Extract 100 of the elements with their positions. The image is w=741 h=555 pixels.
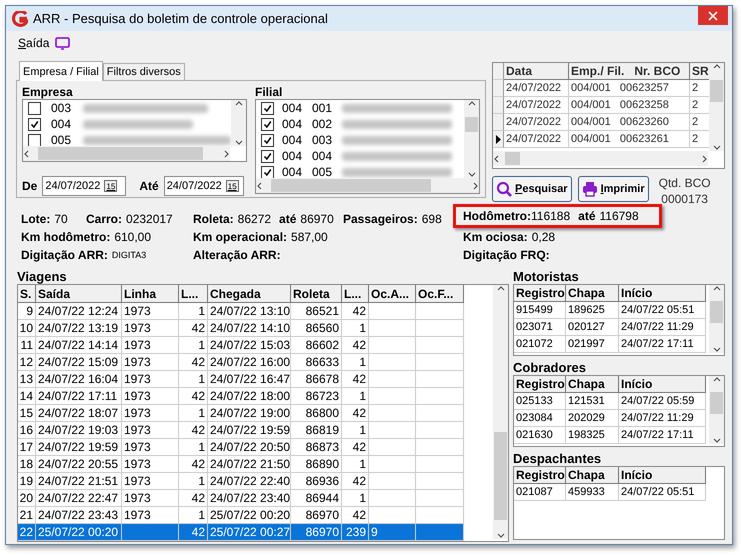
table-row[interactable]: 16 24/07/22 19:03 1973 42 24/07/22 19:59 86819 1 <box>18 422 493 439</box>
vertical-scrollbar[interactable] <box>231 100 246 146</box>
chevron-down-icon[interactable] <box>496 532 504 539</box>
vertical-scrollbar[interactable] <box>464 100 479 178</box>
checkbox[interactable] <box>28 118 41 130</box>
column-header[interactable]: Início <box>619 376 706 393</box>
tab[interactable]: Filtros diversos <box>102 63 185 80</box>
table-cell: 023071 <box>514 319 566 336</box>
chevron-right-icon[interactable] <box>701 154 708 162</box>
column-header[interactable]: L... <box>179 285 208 303</box>
vertical-scrollbar[interactable] <box>493 285 508 539</box>
horizontal-scrollbar[interactable] <box>23 146 230 161</box>
column-header[interactable]: Data <box>504 63 569 80</box>
chevron-down-icon[interactable] <box>712 437 720 444</box>
checkbox[interactable] <box>28 134 41 146</box>
scrollbar-thumb[interactable] <box>710 301 723 323</box>
checkbox[interactable] <box>28 102 41 114</box>
chevron-up-icon[interactable] <box>712 376 720 383</box>
horizontal-scrollbar[interactable] <box>493 151 708 166</box>
print-button[interactable]: Imprimir <box>578 176 649 202</box>
date-field[interactable]: 24/07/2022 15 <box>164 176 244 196</box>
table-row[interactable]: 20 24/07/22 22:47 1973 42 24/07/22 23:40 86944 1 <box>18 490 493 507</box>
column-header[interactable]: Chapa <box>566 467 619 484</box>
vertical-scrollbar[interactable] <box>709 285 724 353</box>
column-header[interactable]: Registro <box>514 376 566 393</box>
table-row[interactable]: 14 24/07/22 17:11 1973 42 24/07/22 18:00 86723 1 <box>18 388 493 405</box>
horizontal-scrollbar[interactable] <box>256 178 479 193</box>
table-cell: 24/07/2022 <box>504 131 569 148</box>
column-header[interactable]: Oc.F... <box>416 285 464 303</box>
column-header[interactable]: L... <box>342 285 369 303</box>
checkbox[interactable] <box>261 102 274 114</box>
scrollbar-thumb[interactable] <box>38 147 203 160</box>
scrollbar-thumb[interactable] <box>494 432 507 520</box>
branch-code: 001 <box>312 101 334 115</box>
vertical-scrollbar[interactable] <box>709 376 724 444</box>
chevron-left-icon[interactable] <box>256 182 263 190</box>
table-cell: 1973 <box>122 405 179 422</box>
table-row[interactable]: 9 24/07/22 12:24 1973 1 24/07/22 13:10 86521 42 <box>18 303 493 320</box>
table-row[interactable]: 12 24/07/22 15:09 1973 42 24/07/22 16:00 86633 1 <box>18 354 493 371</box>
column-header[interactable]: Início <box>619 467 706 484</box>
column-header[interactable]: Chegada <box>208 285 291 303</box>
column-header[interactable]: SR <box>690 63 709 80</box>
column-header[interactable]: Início <box>619 285 706 302</box>
field-value: 116188 <box>531 209 570 223</box>
column-header[interactable]: Emp./ Fil. Nr. BCO <box>569 63 690 80</box>
menu-item[interactable]: Saída <box>18 36 50 50</box>
calendar-button[interactable]: 15 <box>226 180 239 192</box>
table-row[interactable]: 11 24/07/22 14:14 1973 1 24/07/22 15:03 86602 42 <box>18 337 493 354</box>
chevron-right-icon[interactable] <box>472 182 479 190</box>
table-row[interactable]: 19 24/07/22 21:51 1973 1 24/07/22 22:40 86936 42 <box>18 473 493 490</box>
vertical-scrollbar[interactable] <box>709 63 724 151</box>
checkbox[interactable] <box>261 166 274 178</box>
scrollbar-thumb[interactable] <box>271 179 431 192</box>
chevron-up-icon[interactable] <box>468 100 476 107</box>
table-row[interactable]: 10 24/07/22 13:19 1973 42 24/07/22 14:10 86560 1 <box>18 320 493 337</box>
close-icon <box>708 10 718 20</box>
chevron-left-icon[interactable] <box>493 154 500 162</box>
table-cell: 42 <box>342 439 369 456</box>
chevron-left-icon[interactable] <box>23 150 30 158</box>
table-cell: 24/07/2022 <box>504 97 569 114</box>
chevron-down-icon[interactable] <box>712 346 720 353</box>
scrollbar-thumb[interactable] <box>710 80 723 102</box>
table-cell: 24/07/22 11:29 <box>619 410 706 427</box>
calendar-button[interactable]: 15 <box>104 180 118 192</box>
checkbox[interactable] <box>261 134 274 146</box>
column-header[interactable]: Registro <box>514 467 566 484</box>
chevron-up-icon[interactable] <box>234 100 242 107</box>
column-header[interactable]: Registro <box>514 285 566 302</box>
column-header[interactable]: Roleta <box>291 285 342 303</box>
chevron-up-icon[interactable] <box>712 285 720 292</box>
scrollbar-thumb[interactable] <box>465 117 478 132</box>
chevron-up-icon[interactable] <box>496 285 504 292</box>
scrollbar-thumb[interactable] <box>505 152 520 165</box>
column-header[interactable]: Chapa <box>566 376 619 393</box>
monitor-icon[interactable] <box>55 36 70 50</box>
table-cell: 24/07/22 17:11 <box>619 336 706 353</box>
date-field[interactable]: 24/07/2022 15 <box>42 176 126 196</box>
table-row[interactable]: 18 24/07/22 20:55 1973 42 24/07/22 21:50 86890 1 <box>18 456 493 473</box>
tab[interactable]: Empresa / Filial <box>19 61 103 81</box>
table-row[interactable]: 15 24/07/22 18:07 1973 1 24/07/22 19:00 86800 42 <box>18 405 493 422</box>
close-button[interactable] <box>698 6 728 25</box>
chevron-up-icon[interactable] <box>712 63 720 70</box>
chevron-down-icon[interactable] <box>468 171 476 178</box>
chevron-right-icon[interactable] <box>223 150 230 158</box>
chevron-down-icon[interactable] <box>712 144 720 151</box>
column-header[interactable]: Saída <box>36 285 122 303</box>
search-button[interactable]: Pesquisar <box>492 176 572 202</box>
column-header[interactable]: Oc.A... <box>369 285 416 303</box>
checkbox[interactable] <box>261 118 274 130</box>
scrollbar-thumb[interactable] <box>710 392 723 414</box>
table-row[interactable]: 17 24/07/22 19:59 1973 1 24/07/22 20:50 86873 42 <box>18 439 493 456</box>
field-value: 610,00 <box>114 230 152 244</box>
table-row[interactable]: 13 24/07/22 16:04 1973 1 24/07/22 16:47 86678 42 <box>18 371 493 388</box>
table-row[interactable]: 22 25/07/22 00:20 42 25/07/22 00:27 86970 239 9 <box>18 524 493 541</box>
column-header[interactable]: Chapa <box>566 285 619 302</box>
column-header[interactable]: Linha <box>122 285 179 303</box>
chevron-down-icon[interactable] <box>234 139 242 146</box>
table-cell: 86633 <box>291 354 342 371</box>
column-header[interactable]: S. <box>18 285 36 303</box>
checkbox[interactable] <box>261 150 274 162</box>
